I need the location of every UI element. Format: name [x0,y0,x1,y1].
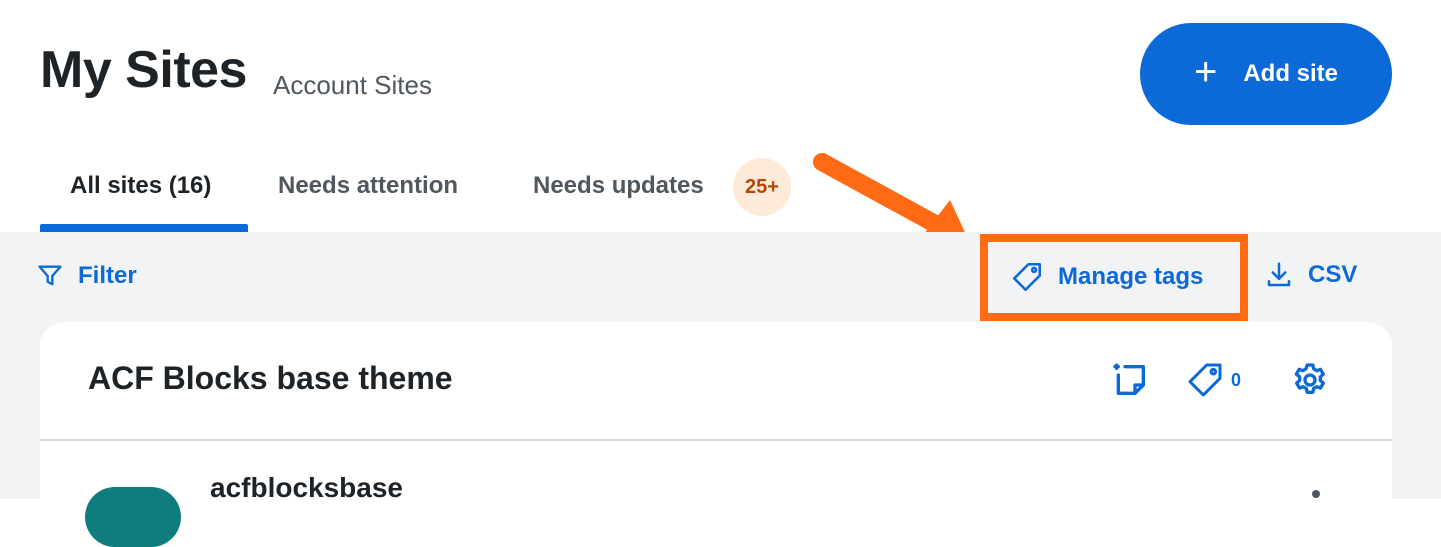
filter-label: Filter [78,262,137,289]
annotation-highlight-box [980,234,1248,321]
filter-icon [36,262,64,290]
tab-needs-updates[interactable]: Needs updates [533,172,704,200]
tag-icon [1185,360,1225,400]
csv-label: CSV [1308,261,1358,288]
site-name[interactable]: acfblocksbase [210,472,403,504]
add-site-label: Add site [1243,60,1339,87]
site-group-card: ACF Blocks base theme 0 acfblocksbase [40,322,1392,547]
tag-count: 0 [1231,369,1242,390]
site-group-title: ACF Blocks base theme [88,360,453,396]
download-icon [1264,260,1294,290]
active-tab-indicator [40,224,248,232]
tab-needs-attention[interactable]: Needs attention [278,172,458,200]
site-settings-button[interactable] [1290,360,1330,400]
add-note-icon [1110,360,1150,400]
gear-icon [1290,360,1330,400]
tab-all-sites[interactable]: All sites (16) [70,172,211,200]
plus-icon: + [1193,50,1218,94]
add-note-button[interactable] [1110,360,1150,400]
page-title: My Sites [40,41,247,99]
site-avatar[interactable] [85,487,181,547]
filter-button[interactable]: Filter [36,262,137,290]
more-options-icon[interactable] [1312,490,1320,498]
card-divider [40,439,1392,441]
csv-download-button[interactable]: CSV [1264,260,1357,290]
site-tags-button[interactable]: 0 [1185,360,1241,400]
add-site-button[interactable]: + Add site [1140,23,1392,125]
page-header: My Sites Account Sites + Add site All si… [0,0,1441,232]
needs-updates-badge: 25+ [733,158,791,216]
page-subtitle: Account Sites [273,70,432,100]
